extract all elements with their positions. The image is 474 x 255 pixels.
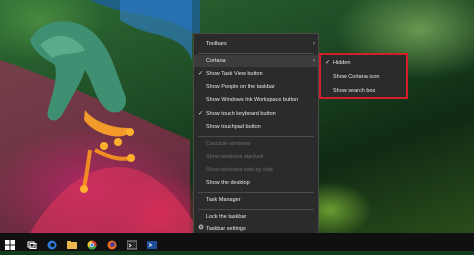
menu-item-show-windows-stacked-label: Show windows stacked <box>206 154 263 160</box>
terminal-icon[interactable] <box>126 237 138 250</box>
menu-item-task-manager[interactable]: Task Manager <box>194 194 318 206</box>
powershell-icon[interactable] <box>147 237 157 249</box>
menu-item-lock-taskbar[interactable]: Lock the taskbar <box>194 211 318 223</box>
menu-item-cascade-windows-label: Cascade windows <box>206 141 251 147</box>
submenu-arrow-icon: › <box>313 41 315 47</box>
menu-item-show-touchpad[interactable]: Show touchpad button <box>194 121 318 133</box>
cortana-submenu: ✓ Hidden Show Cortana icon Show search b… <box>319 53 408 99</box>
menu-separator <box>198 136 314 137</box>
menu-item-toolbars-label: Toolbars <box>206 41 227 47</box>
menu-item-show-ink-workspace[interactable]: Show Windows Ink Workspace button <box>194 94 318 106</box>
submenu-item-show-search-box-label: Show search box <box>333 88 376 94</box>
menu-item-show-touch-keyboard-label: Show touch keyboard button <box>206 111 276 117</box>
menu-item-show-desktop-label: Show the desktop <box>206 180 250 186</box>
menu-item-cortana-label: Cortana <box>206 58 226 64</box>
edge-browser-icon[interactable] <box>47 237 57 250</box>
check-icon: ✓ <box>325 60 331 66</box>
menu-separator <box>198 209 314 210</box>
submenu-item-show-search-box[interactable]: Show search box <box>321 85 406 97</box>
firefox-icon[interactable] <box>107 237 117 250</box>
chrome-icon[interactable] <box>87 237 97 250</box>
menu-item-show-touchpad-label: Show touchpad button <box>206 124 261 130</box>
menu-item-show-windows-side-by-side-label: Show windows side by side <box>206 167 273 173</box>
menu-item-show-touch-keyboard[interactable]: ✓ Show touch keyboard button <box>194 108 318 120</box>
taskbar <box>0 233 474 251</box>
task-view-icon[interactable] <box>27 237 37 249</box>
file-explorer-icon[interactable] <box>67 237 77 249</box>
menu-item-task-manager-label: Task Manager <box>206 197 241 203</box>
menu-item-cascade-windows: Cascade windows <box>194 138 318 150</box>
menu-item-show-task-view[interactable]: ✓ Show Task View button <box>194 68 318 80</box>
windows-start-icon[interactable] <box>5 237 15 250</box>
menu-item-taskbar-settings-label: Taskbar settings <box>206 226 246 232</box>
submenu-item-hidden[interactable]: ✓ Hidden <box>321 57 406 69</box>
menu-separator <box>198 53 314 54</box>
menu-separator <box>198 192 314 193</box>
menu-item-show-windows-side-by-side: Show windows side by side <box>194 164 318 176</box>
menu-item-show-people[interactable]: Show People on the taskbar <box>194 81 318 93</box>
menu-item-lock-taskbar-label: Lock the taskbar <box>206 214 247 220</box>
menu-item-show-people-label: Show People on the taskbar <box>206 84 275 90</box>
taskbar-context-menu: Toolbars › Cortana › ✓ Show Task View bu… <box>193 33 319 235</box>
menu-item-toolbars[interactable]: Toolbars › <box>194 38 318 50</box>
check-icon: ✓ <box>198 111 204 117</box>
submenu-item-show-cortana-icon-label: Show Cortana icon <box>333 74 380 80</box>
menu-item-show-task-view-label: Show Task View button <box>206 71 263 77</box>
menu-item-show-desktop[interactable]: Show the desktop <box>194 177 318 189</box>
menu-item-show-ink-workspace-label: Show Windows Ink Workspace button <box>206 97 299 103</box>
menu-item-show-windows-stacked: Show windows stacked <box>194 151 318 163</box>
submenu-item-hidden-label: Hidden <box>333 60 351 66</box>
submenu-item-show-cortana-icon[interactable]: Show Cortana icon <box>321 71 406 83</box>
check-icon: ✓ <box>198 71 204 77</box>
menu-item-cortana[interactable]: Cortana › <box>194 55 318 67</box>
submenu-arrow-icon: › <box>313 58 315 64</box>
